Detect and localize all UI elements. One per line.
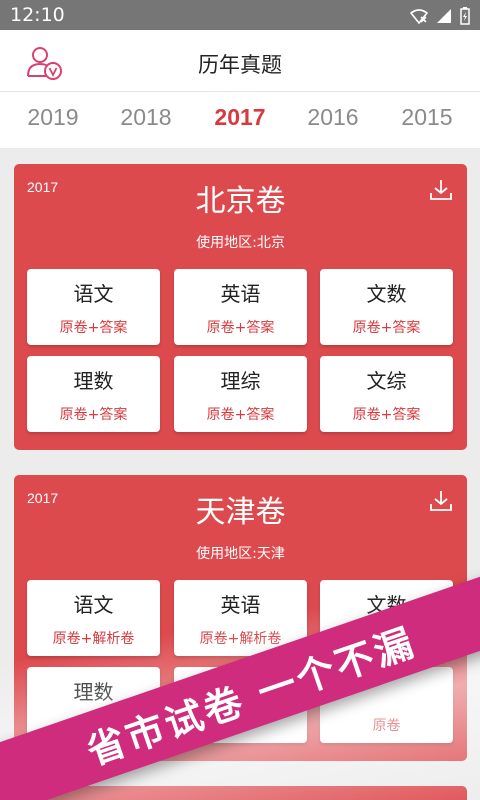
app-bar: 历年真题 [0,30,480,92]
status-bar: 12:10 [0,0,480,30]
wifi-off-icon [410,9,428,24]
paper-card-beijing: 2017 北京卷 使用地区:北京 语文 原卷+答案 英语 原卷+答案 文数 原卷… [14,164,467,450]
download-icon[interactable] [429,489,453,513]
subject-name: 英语 [220,282,261,306]
download-icon[interactable] [429,178,453,202]
tab-2016[interactable]: 2016 [293,104,373,131]
tab-2017[interactable]: 2017 [200,104,280,131]
battery-charging-icon [460,7,470,25]
card-title: 天津卷 [195,495,286,530]
subject-name: 理综 [220,369,261,393]
tab-2019[interactable]: 2019 [13,104,93,131]
subject-name: 英语 [220,593,261,617]
subject-type: 原卷+答案 [206,320,275,336]
subject-type: 原卷+答案 [352,320,421,336]
paper-card-next[interactable] [14,786,467,800]
card-region: 使用地区:北京 [196,235,285,251]
subject-name: 语文 [73,593,114,617]
subject-type: 原卷+答案 [206,407,275,423]
subject-tile[interactable]: 理数 原卷+答案 [27,356,160,432]
subject-tile[interactable]: 英语 原卷+答案 [174,269,307,345]
status-icons [410,7,470,25]
subject-name: 文数 [366,282,407,306]
signal-icon [437,9,451,23]
subject-name: 文综 [366,369,407,393]
status-time: 12:10 [10,4,65,26]
subject-tile[interactable]: 语文 原卷+解析卷 [27,580,160,656]
subject-tile[interactable]: 文数 原卷+答案 [320,269,453,345]
subject-type: 原卷+答案 [59,407,128,423]
tab-2015[interactable]: 2015 [387,104,467,131]
tab-2018[interactable]: 2018 [106,104,186,131]
subject-type: 原卷+答案 [352,407,421,423]
subject-name: 理数 [73,369,114,393]
card-region: 使用地区:天津 [196,546,285,562]
subject-tile[interactable]: 文综 原卷+答案 [320,356,453,432]
subject-type: 原卷+答案 [59,320,128,336]
card-title: 北京卷 [195,184,286,219]
subject-tile[interactable]: 理综 原卷+答案 [174,356,307,432]
subject-type: 原卷 [372,718,401,734]
page-title: 历年真题 [198,53,282,77]
subject-name: 语文 [73,282,114,306]
year-tabs: 2019 2018 2017 2016 2015 [0,92,480,148]
subject-tile[interactable]: 语文 原卷+答案 [27,269,160,345]
subject-type: 原卷+解析卷 [52,631,135,647]
